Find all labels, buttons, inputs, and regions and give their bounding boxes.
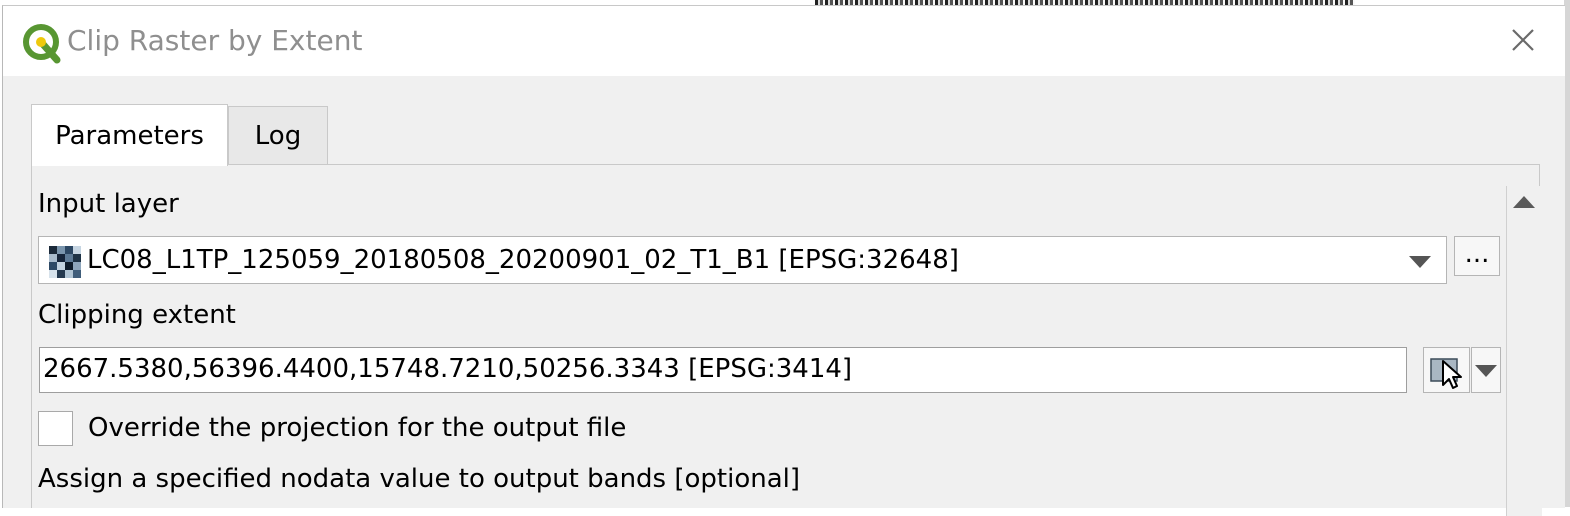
input-layer-label: Input layer [38, 189, 179, 219]
extent-from-canvas-button[interactable] [1423, 347, 1470, 393]
clipping-extent-value: 2667.5380,56396.4400,15748.7210,50256.33… [43, 354, 853, 384]
close-icon[interactable] [1503, 20, 1543, 60]
scroll-up-icon[interactable] [1513, 196, 1535, 208]
chevron-down-icon [1475, 365, 1497, 377]
clipping-extent-label: Clipping extent [38, 300, 236, 330]
input-layer-combo[interactable]: LC08_L1TP_125059_20180508_20200901_02_T1… [38, 236, 1447, 284]
tab-log[interactable]: Log [228, 106, 328, 166]
input-layer-value: LC08_L1TP_125059_20180508_20200901_02_T1… [87, 245, 959, 275]
chevron-down-icon [1409, 256, 1431, 268]
clipping-extent-input[interactable]: 2667.5380,56396.4400,15748.7210,50256.33… [39, 347, 1407, 393]
extent-options-dropdown[interactable] [1471, 347, 1501, 393]
map-canvas-extent-icon [1430, 358, 1462, 389]
nodata-label: Assign a specified nodata value to outpu… [38, 464, 801, 494]
input-layer-browse-button[interactable]: ... [1454, 236, 1500, 276]
tab-parameters[interactable]: Parameters [31, 104, 228, 166]
raster-layer-icon [49, 246, 81, 278]
browse-button-label: ... [1464, 239, 1490, 269]
title-bar: Clip Raster by Extent [3, 6, 1565, 76]
override-projection-checkbox[interactable] [38, 411, 73, 446]
tab-log-label: Log [254, 121, 302, 151]
tab-parameters-label: Parameters [55, 120, 204, 151]
window-title: Clip Raster by Extent [67, 24, 363, 57]
parameters-panel: Input layer LC08_L1TP_125059_20180508_20… [31, 164, 1542, 516]
vertical-scrollbar[interactable] [1506, 186, 1542, 516]
clip-raster-dialog: Clip Raster by Extent Parameters Log Inp… [2, 5, 1565, 516]
qgis-logo-icon [23, 24, 61, 64]
override-projection-label: Override the projection for the output f… [88, 413, 627, 443]
